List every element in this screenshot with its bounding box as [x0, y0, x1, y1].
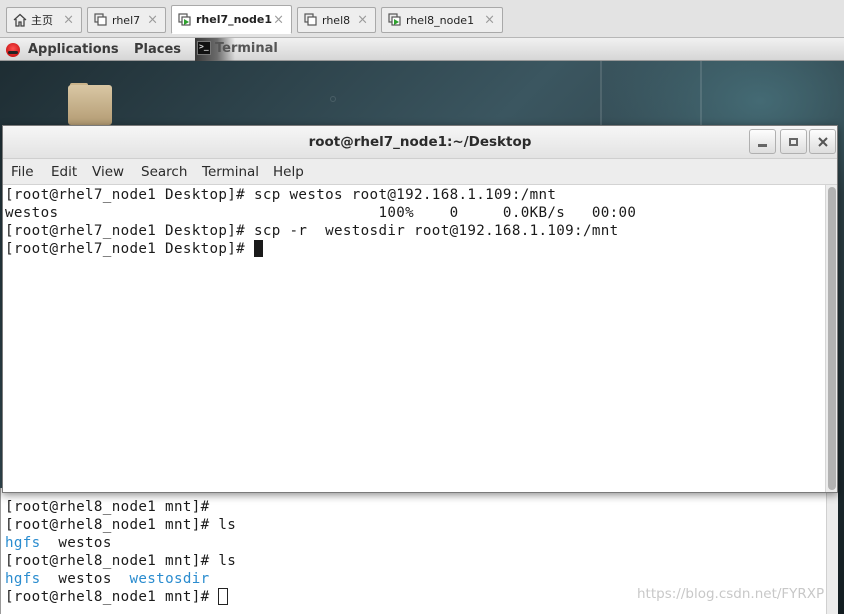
- gnome-top-panel: Applications Places >_ Terminal: [0, 38, 844, 61]
- window-titlebar[interactable]: root@rhel7_node1:~/Desktop: [3, 126, 837, 159]
- tab-rhel7[interactable]: rhel7 ×: [87, 7, 166, 33]
- redhat-logo-icon: [6, 42, 20, 57]
- terminal-line: [root@rhel7_node1 Desktop]# scp westos r…: [5, 187, 557, 203]
- menu-search[interactable]: Search: [141, 164, 187, 180]
- tab-label: 主页: [31, 14, 53, 27]
- tab-rhel7-node1[interactable]: rhel7_node1 ×: [171, 5, 292, 34]
- terminal-line: [root@rhel8_node1 mnt]#: [5, 588, 229, 606]
- vm-icon: [93, 12, 109, 28]
- tab-label: rhel7_node1: [196, 13, 273, 26]
- vm-tab-strip: 主页 × rhel7 × rhel7_node1 × rhel8 × rhel8…: [0, 0, 844, 38]
- tab-label: rhel7: [112, 13, 141, 27]
- close-icon[interactable]: ×: [357, 13, 368, 28]
- terminal-icon: >_: [197, 41, 211, 55]
- scrollbar-thumb[interactable]: [828, 187, 836, 490]
- scrollbar[interactable]: [825, 185, 837, 492]
- close-icon[interactable]: ×: [484, 13, 495, 28]
- applications-label: Applications: [28, 42, 119, 57]
- vm-running-icon: [387, 12, 403, 28]
- terminal-line: [root@rhel8_node1 mnt]#: [5, 499, 210, 515]
- tab-label: rhel8: [322, 13, 351, 27]
- prompt-text: [root@rhel8_node1 mnt]#: [5, 589, 219, 605]
- menu-file[interactable]: File: [11, 164, 34, 180]
- terminal-output[interactable]: [root@rhel7_node1 Desktop]# scp westos r…: [3, 185, 825, 492]
- terminal-line: [root@rhel8_node1 mnt]# ls: [5, 517, 237, 533]
- terminal-line: hgfs westos westosdir: [5, 570, 210, 588]
- minimize-icon: [758, 144, 767, 147]
- terminal-cursor: [253, 240, 263, 257]
- places-label: Places: [134, 42, 182, 57]
- menu-view[interactable]: View: [92, 164, 124, 180]
- terminal-taskbar-item[interactable]: >_ Terminal: [195, 38, 278, 61]
- tab-rhel8-node1[interactable]: rhel8_node1 ×: [381, 7, 503, 33]
- menu-help[interactable]: Help: [273, 164, 304, 180]
- terminal-line: [root@rhel7_node1 Desktop]# scp -r westo…: [5, 223, 619, 239]
- scrollbar[interactable]: [826, 488, 838, 614]
- file-entry: westos: [40, 571, 130, 587]
- prompt-text: [root@rhel7_node1 Desktop]#: [5, 241, 254, 257]
- window-title: root@rhel7_node1:~/Desktop: [308, 134, 532, 150]
- terminal-window[interactable]: root@rhel7_node1:~/Desktop File Edit Vie…: [2, 125, 838, 493]
- close-icon[interactable]: ×: [273, 12, 284, 27]
- close-icon: [817, 136, 828, 147]
- terminal-line: [root@rhel8_node1 mnt]# ls: [5, 553, 237, 569]
- tab-label: rhel8_node1: [406, 13, 475, 27]
- close-icon[interactable]: ×: [147, 13, 158, 28]
- file-entry: westos: [40, 535, 112, 551]
- maximize-icon: [789, 137, 798, 146]
- vm-running-icon: [177, 12, 193, 28]
- menu-bar: File Edit View Search Terminal Help: [3, 159, 837, 185]
- directory-entry: westosdir: [129, 571, 210, 587]
- watermark: https://blog.csdn.net/FYRXP: [637, 586, 825, 602]
- menu-edit[interactable]: Edit: [51, 164, 77, 180]
- tab-home[interactable]: 主页 ×: [6, 7, 82, 33]
- terminal-line: hgfs westos: [5, 534, 112, 552]
- menu-terminal[interactable]: Terminal: [202, 164, 259, 180]
- places-menu[interactable]: Places: [134, 38, 181, 61]
- directory-entry: hgfs: [5, 571, 41, 587]
- tab-rhel8[interactable]: rhel8 ×: [297, 7, 376, 33]
- minimize-button[interactable]: [749, 129, 776, 154]
- terminal-cursor: [218, 588, 229, 605]
- home-icon: [12, 12, 28, 28]
- terminal-label: Terminal: [215, 41, 278, 56]
- maximize-button[interactable]: [780, 129, 807, 154]
- directory-entry: hgfs: [5, 535, 41, 551]
- vm-icon: [303, 12, 319, 28]
- close-button[interactable]: [809, 129, 836, 154]
- applications-menu[interactable]: Applications: [6, 38, 119, 61]
- terminal-line: [root@rhel7_node1 Desktop]#: [5, 240, 263, 258]
- close-icon[interactable]: ×: [63, 13, 74, 28]
- home-folder-icon[interactable]: [68, 83, 112, 125]
- terminal-line: westos 100% 0 0.0KB/s 00:00: [5, 205, 637, 221]
